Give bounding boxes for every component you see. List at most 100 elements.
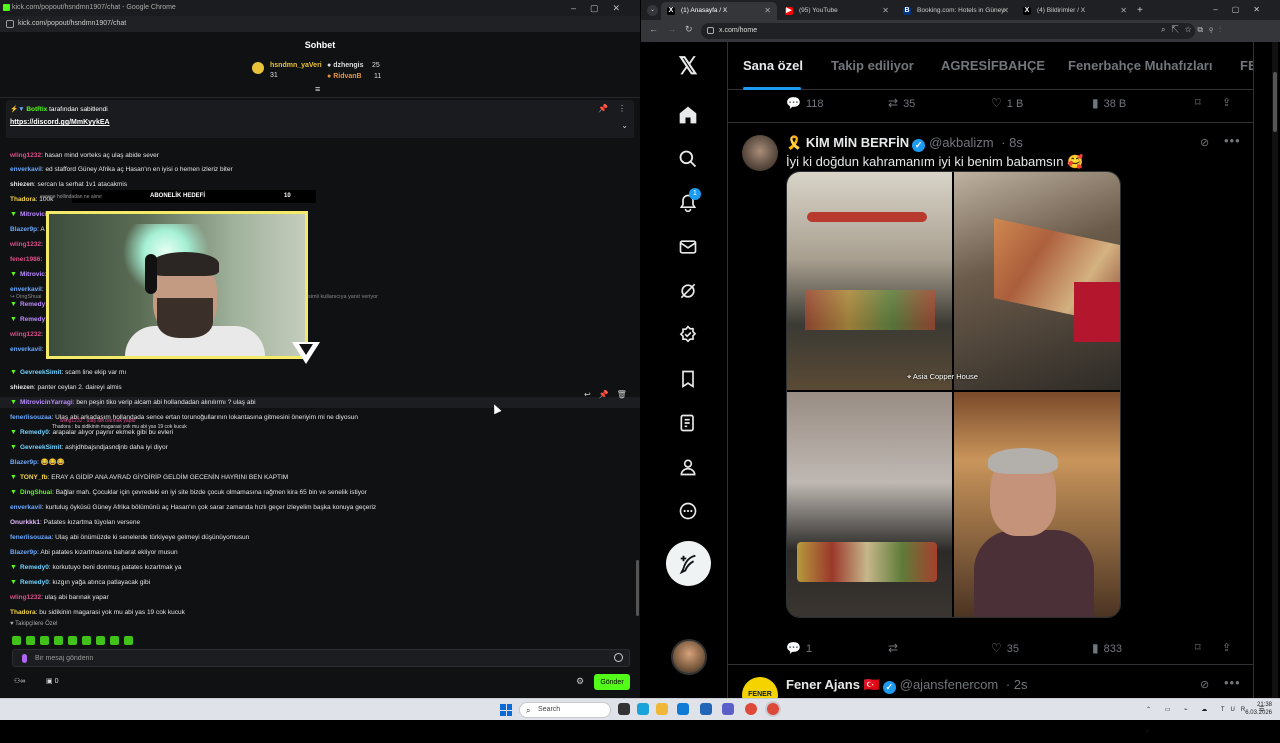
chat-message[interactable]: enverkavil: (10, 344, 44, 355)
window-controls[interactable]: –▢✕ (571, 0, 634, 16)
close-tab-icon[interactable]: ✕ (882, 2, 889, 20)
chat-username[interactable]: Mitrovic (20, 271, 45, 278)
chat-username[interactable]: enverkavil (10, 166, 42, 173)
like-button[interactable]: ♡ 1 B (991, 96, 1023, 110)
chat-message[interactable]: wling1232: ulaş abi barınak yapar (10, 592, 109, 603)
repost-button[interactable]: ⇄ (888, 641, 903, 655)
chat-username[interactable]: Remedy (20, 316, 45, 323)
chat-username[interactable]: Onurkkk1 (10, 519, 40, 526)
chat-message[interactable]: Blazer9p: Abi patates kızartmasına bahar… (10, 547, 178, 558)
chat-message[interactable]: enverkavil: kurtuluş öyküsü Güney Afrika… (10, 502, 376, 513)
emote-icon[interactable] (54, 636, 63, 645)
more-options-icon[interactable]: ••• (1224, 133, 1241, 148)
chat-message[interactable]: shiezen: panter ceylan 2. daireyi almis (10, 382, 122, 393)
chat-message[interactable]: Thadora: bu sidikinin magarasi yok mu ab… (10, 607, 185, 618)
taskbar-clock[interactable]: 21:38 6.03.2026 (1236, 701, 1272, 717)
post-avatar[interactable] (742, 135, 778, 171)
chat-username[interactable]: Blazer9p (10, 226, 37, 233)
chat-username[interactable]: Remedy0 (20, 579, 49, 586)
emote-icon[interactable] (82, 636, 91, 645)
chat-username[interactable]: GevreekSimit (20, 444, 62, 451)
chat-username[interactable]: fener1986 (10, 256, 40, 263)
task-view-icon[interactable] (618, 703, 630, 715)
store-icon[interactable] (700, 703, 712, 715)
emote-icon[interactable] (96, 636, 105, 645)
chat-username[interactable]: shiezen (10, 384, 34, 391)
chat-message[interactable]: Onurkkk1: Patates kızartma tüyolan verse… (10, 517, 140, 528)
chat-username[interactable]: shiezen (10, 181, 34, 188)
chat-message[interactable]: fener1986: (10, 254, 42, 265)
location-tag[interactable]: ⌖ Asia Copper House (907, 372, 978, 382)
reload-icon[interactable]: ↻ (685, 24, 693, 35)
more-options-icon[interactable]: ••• (1224, 675, 1241, 690)
gear-icon[interactable]: ⚙ (576, 676, 584, 687)
tab-following[interactable]: Takip ediliyor (831, 58, 914, 73)
search-icon[interactable] (677, 149, 699, 171)
chat-username[interactable]: enverkavil (10, 504, 42, 511)
bucket-icon[interactable]: ▣ 0 (46, 677, 58, 685)
views-button[interactable]: ▮ 38 B (1092, 96, 1126, 110)
edge-icon[interactable] (637, 703, 649, 715)
close-tab-icon[interactable]: ✕ (1002, 2, 1009, 20)
like-button[interactable]: ♡ 35 (991, 641, 1019, 655)
tab-youtube[interactable]: ▶ (95) YouTube ✕ (779, 2, 895, 20)
chat-username[interactable]: wling1232 (10, 594, 41, 601)
profile-icon[interactable] (677, 457, 699, 479)
chat-input-box[interactable] (12, 649, 630, 667)
tab-list-agresifbahce[interactable]: AGRESİFBAHÇE (941, 58, 1045, 73)
post-author[interactable]: 🎗️ KİM MİN BERFİN ✓ @akbalizm · 8s (786, 135, 1023, 152)
extensions-icons[interactable]: ⌕⇱☆⧉⚲⋮ (1161, 25, 1227, 35)
chat-message[interactable]: ▼ Remedy0: korkutuyo beni donmuş patates … (10, 562, 181, 573)
address-bar[interactable]: x.com/home (701, 23, 1195, 39)
chat-message[interactable]: ▼ TONY_fb: ERAY A GİDİP ANA AVRAD GİYDİRİ… (10, 472, 288, 483)
emoji-picker-icon[interactable] (614, 653, 623, 662)
post-card[interactable]: FENER Fener Ajans 🇹🇷 ✓ @ajansfenercom · 2s… (728, 664, 1253, 698)
verified-orgs-icon[interactable] (677, 325, 699, 347)
share-icon[interactable]: ⇪ (1222, 641, 1231, 654)
grok-icon[interactable] (677, 281, 699, 303)
more-options-icon[interactable]: ⋮ (618, 104, 626, 113)
chat-username[interactable]: enverkavil (10, 346, 42, 353)
chat-username[interactable]: Blazer9p (10, 549, 37, 556)
mic-icon[interactable] (22, 654, 27, 663)
chat-username[interactable]: MitrovicinYarragi (20, 399, 73, 406)
chat-message[interactable]: Blazer9p: 😂😂😂 (10, 457, 65, 468)
chat-message[interactable]: fenerlisouzaa: Ulaş abi önümüzde ki sene… (10, 532, 249, 543)
views-button[interactable]: ▮ 833 (1092, 641, 1122, 655)
chat-message[interactable]: ▼ GevreekSimit: scam line ekip var mı (10, 367, 126, 378)
chat-message[interactable]: Blazer9p: A (10, 224, 45, 235)
top-gifter-1[interactable] (252, 62, 268, 74)
messages-icon[interactable] (677, 237, 699, 259)
repost-button[interactable]: ⇄ 35 (888, 96, 915, 110)
site-info-icon[interactable] (6, 20, 14, 28)
emote-icon[interactable] (68, 636, 77, 645)
chevron-down-icon[interactable]: ⌄ (621, 121, 628, 130)
page-scrollbar[interactable] (1272, 42, 1278, 698)
chat-message[interactable]: shiezen: sercan la serhat 1v1 atacakmis (10, 179, 127, 190)
taskbar-search[interactable]: ⌕ Search (519, 702, 611, 718)
emote-icon[interactable] (124, 636, 133, 645)
expand-gifters-icon[interactable]: ≡ (315, 84, 320, 94)
more-icon[interactable] (677, 501, 699, 523)
emote-quick-bar[interactable] (12, 632, 138, 645)
post-avatar[interactable]: FENER (742, 677, 778, 698)
bookmark-icon[interactable]: ⌑ (1195, 641, 1201, 654)
post-media-grid[interactable]: ⌖ Asia Copper House (786, 171, 1121, 618)
tab-x-home[interactable]: X (1) Anasayfa / X ✕ (661, 2, 777, 20)
chrome-icon[interactable] (745, 703, 757, 715)
chat-username[interactable]: Thadora (10, 609, 36, 616)
chat-username[interactable]: DingShuai (20, 489, 52, 496)
post-card[interactable]: 🎗️ KİM MİN BERFİN ✓ @akbalizm · 8s ⊘ ••• İ… (728, 122, 1253, 662)
chat-username[interactable]: Remedy0 (20, 429, 49, 436)
chat-username[interactable]: TONY_fb (20, 474, 48, 481)
home-icon[interactable] (677, 105, 699, 127)
chat-message[interactable]: ▼Remedy: (10, 314, 47, 325)
chat-message[interactable]: ▼Mitrovic: (10, 269, 47, 280)
account-avatar[interactable] (671, 639, 707, 675)
media-photo-1[interactable] (787, 172, 952, 390)
grok-explain-icon[interactable]: ⊘ (1200, 136, 1209, 149)
chat-message[interactable]: ▼Remedy: (10, 299, 47, 310)
discord-icon[interactable] (722, 703, 734, 715)
chat-username[interactable]: Thadora (10, 196, 36, 203)
chat-username[interactable]: wling1232 (10, 152, 41, 159)
